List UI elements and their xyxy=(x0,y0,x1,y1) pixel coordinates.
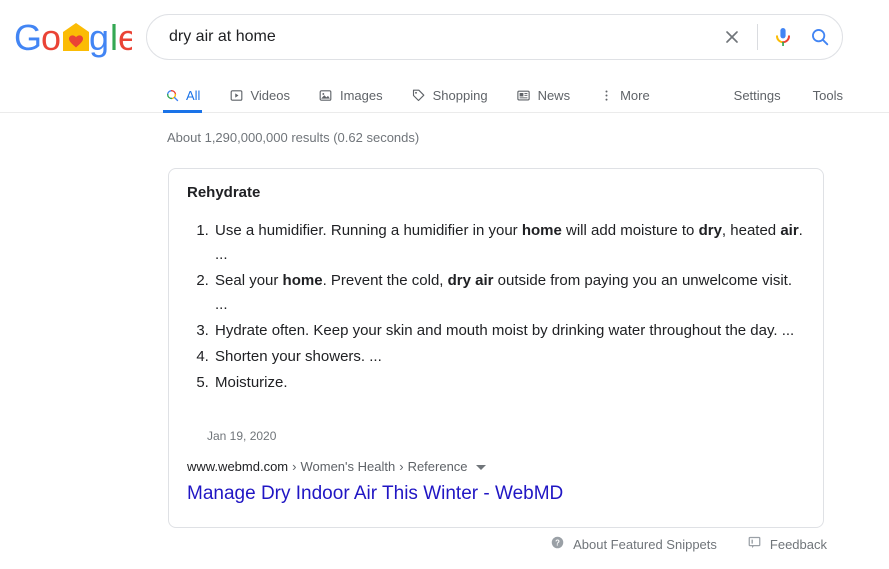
tab-more-label: More xyxy=(620,88,650,103)
search-tools: Settings Tools xyxy=(734,78,843,112)
snippet-keyword: dry xyxy=(699,222,722,239)
close-icon[interactable] xyxy=(715,23,749,51)
search-divider xyxy=(757,24,758,50)
tab-all-label: All xyxy=(186,88,200,103)
search-submit-icon[interactable] xyxy=(798,22,842,52)
snippet-text: will add moisture to xyxy=(562,222,699,239)
tab-images[interactable]: Images xyxy=(318,78,383,112)
about-featured-snippets-link[interactable]: ? About Featured Snippets xyxy=(550,535,717,553)
feedback-label: Feedback xyxy=(770,537,827,552)
snippet-text: Use a humidifier. Running a humidifier i… xyxy=(215,222,522,239)
breadcrumb-crumb: Reference xyxy=(408,457,468,477)
svg-text:l: l xyxy=(110,18,118,58)
result-title-link[interactable]: Manage Dry Indoor Air This Winter - WebM… xyxy=(187,481,563,507)
settings-button[interactable]: Settings xyxy=(734,88,781,103)
snippet-footer: ? About Featured Snippets Feedback xyxy=(0,532,889,556)
snippet-keyword: home xyxy=(283,272,323,289)
snippet-text: Shorten your showers. ... xyxy=(215,348,382,365)
snippet-list-item: Moisturize. xyxy=(213,371,807,395)
tab-all[interactable]: All xyxy=(164,78,200,112)
tab-videos[interactable]: Videos xyxy=(228,78,290,112)
tab-news-label: News xyxy=(538,88,571,103)
snippet-list-item: Use a humidifier. Running a humidifier i… xyxy=(213,219,807,267)
flag-icon xyxy=(747,535,762,553)
breadcrumb-separator: › xyxy=(395,457,407,477)
search-header: G o g l e xyxy=(0,0,889,113)
search-tabs: All Videos xyxy=(164,78,678,112)
snippet-keyword: home xyxy=(522,222,562,239)
tab-shopping[interactable]: Shopping xyxy=(411,78,488,112)
house-heart-doodle-icon xyxy=(63,23,89,51)
about-featured-snippets-label: About Featured Snippets xyxy=(573,537,717,552)
featured-snippet-card: Rehydrate Use a humidifier. Running a hu… xyxy=(168,168,824,528)
breadcrumb-domain: www.webmd.com xyxy=(187,457,288,477)
feedback-link[interactable]: Feedback xyxy=(747,535,827,553)
snippet-date: Jan 19, 2020 xyxy=(207,429,276,443)
tab-more[interactable]: More xyxy=(598,78,650,112)
snippet-text: Hydrate often. Keep your skin and mouth … xyxy=(215,322,794,339)
snippet-text: . Prevent the cold, xyxy=(323,272,448,289)
search-input[interactable] xyxy=(147,15,715,59)
more-vertical-icon xyxy=(598,87,614,103)
snippet-heading: Rehydrate xyxy=(187,184,260,201)
search-nav: All Videos xyxy=(0,78,889,113)
microphone-icon[interactable] xyxy=(768,22,798,52)
tab-shopping-label: Shopping xyxy=(433,88,488,103)
news-icon xyxy=(516,87,532,103)
svg-text:G: G xyxy=(14,18,42,58)
snippet-list: Use a humidifier. Running a humidifier i… xyxy=(187,219,807,397)
breadcrumb-separator: › xyxy=(288,457,300,477)
svg-text:g: g xyxy=(89,18,109,58)
snippet-list-item: Seal your home. Prevent the cold, dry ai… xyxy=(213,269,807,317)
snippet-list-item: Shorten your showers. ... xyxy=(213,345,807,369)
help-circle-icon: ? xyxy=(550,535,565,553)
svg-text:?: ? xyxy=(555,538,560,547)
image-icon xyxy=(318,87,334,103)
google-logo-doodle-svg: G o g l e xyxy=(14,18,132,60)
snippet-text: , heated xyxy=(722,222,780,239)
search-icon xyxy=(164,87,180,103)
result-source: www.webmd.com›Women's Health›Reference M… xyxy=(187,457,563,507)
snippet-keyword: dry air xyxy=(448,272,494,289)
chevron-down-icon[interactable] xyxy=(476,465,486,470)
svg-text:o: o xyxy=(41,18,61,58)
snippet-text: Moisturize. xyxy=(215,374,288,391)
snippet-text: Seal your xyxy=(215,272,283,289)
tab-news[interactable]: News xyxy=(516,78,571,112)
video-icon xyxy=(228,87,244,103)
tag-icon xyxy=(411,87,427,103)
breadcrumb-crumb: Women's Health xyxy=(300,457,395,477)
result-stats: About 1,290,000,000 results (0.62 second… xyxy=(167,130,419,145)
search-box[interactable] xyxy=(146,14,843,60)
tab-images-label: Images xyxy=(340,88,383,103)
svg-text:e: e xyxy=(118,18,132,58)
tab-videos-label: Videos xyxy=(250,88,290,103)
tools-button[interactable]: Tools xyxy=(813,88,843,103)
snippet-list-item: Hydrate often. Keep your skin and mouth … xyxy=(213,319,807,343)
breadcrumb: www.webmd.com›Women's Health›Reference xyxy=(187,457,563,477)
snippet-keyword: air xyxy=(780,222,798,239)
google-logo[interactable]: G o g l e xyxy=(14,18,132,60)
